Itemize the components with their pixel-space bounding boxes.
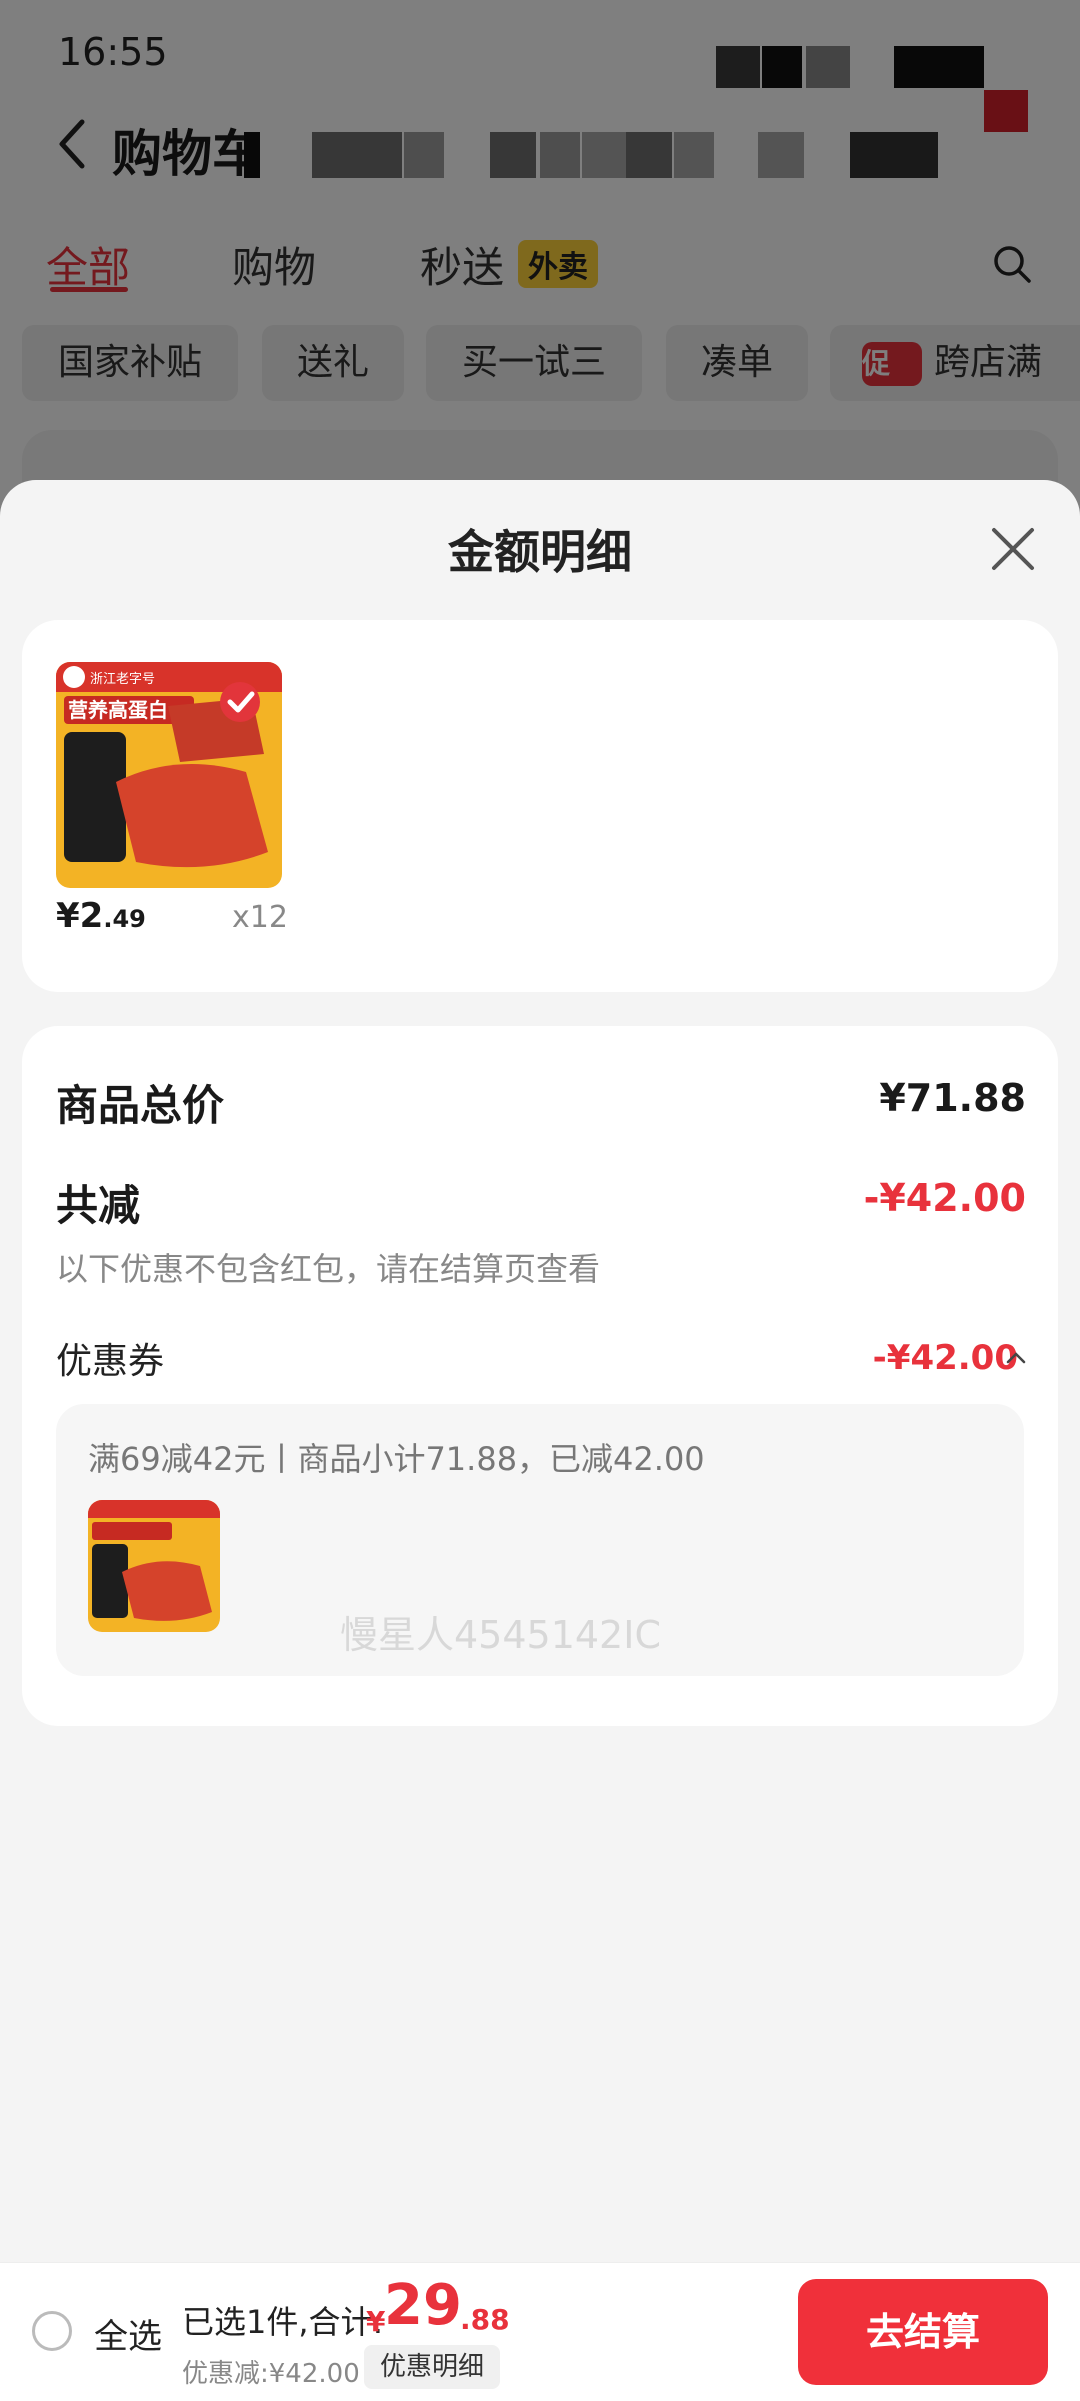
close-icon[interactable]	[988, 524, 1038, 574]
discount-detail-button[interactable]: 优惠明细	[364, 2345, 501, 2389]
total-price-value: ¥71.88	[879, 1076, 1026, 1120]
checkout-bar: 全选 已选1件,合计: ¥ 29 .88 优惠减:¥42.00 优惠明细 去结算	[0, 2262, 1080, 2401]
svg-text:浙江老字号: 浙江老字号	[90, 672, 155, 687]
reduction-value: -¥42.00	[863, 1176, 1026, 1220]
discount-amount: 优惠减:¥42.00	[182, 2359, 360, 2389]
amount-detail-sheet: 金额明细 浙江老字号 营养高蛋白 ¥2.49 x12 商品总价 ¥71.88 共…	[0, 480, 1080, 2400]
select-all-label[interactable]: 全选	[94, 2309, 162, 2358]
coupon-label: 优惠券	[56, 1341, 165, 1382]
svg-text:营养高蛋白: 营养高蛋白	[68, 698, 168, 722]
unit-price: ¥2.49	[56, 896, 146, 936]
select-all-checkbox[interactable]	[32, 2311, 72, 2351]
beef-jerky-image: 浙江老字号 营养高蛋白	[56, 662, 282, 888]
product-image[interactable]: 浙江老字号 营养高蛋白	[56, 662, 282, 888]
total-price-label: 商品总价	[56, 1081, 225, 1130]
coupon-product-image	[88, 1500, 220, 1632]
beef-jerky-thumbnail	[88, 1500, 220, 1632]
coupon-value[interactable]: -¥42.00	[873, 1338, 1018, 1378]
quantity: x12	[232, 900, 288, 935]
coupon-description: 满69减42元丨商品小计71.88，已减42.00	[88, 1440, 705, 1478]
watermark: 慢星人4545142IC	[340, 1613, 661, 1657]
product-card: 浙江老字号 营养高蛋白 ¥2.49 x12	[22, 620, 1058, 992]
total-amount-decimal: .88	[460, 2303, 510, 2336]
total-amount-integer: 29	[384, 2273, 462, 2338]
discount-note: 以下优惠不包含红包，请在结算页查看	[56, 1250, 601, 1288]
chevron-up-icon[interactable]	[1006, 1352, 1026, 1364]
reduction-label: 共减	[56, 1181, 141, 1230]
checkout-button[interactable]: 去结算	[798, 2279, 1048, 2385]
total-currency: ¥	[366, 2305, 386, 2338]
sheet-title: 金额明细	[448, 525, 632, 579]
selection-summary: 已选1件,合计:	[182, 2303, 384, 2341]
